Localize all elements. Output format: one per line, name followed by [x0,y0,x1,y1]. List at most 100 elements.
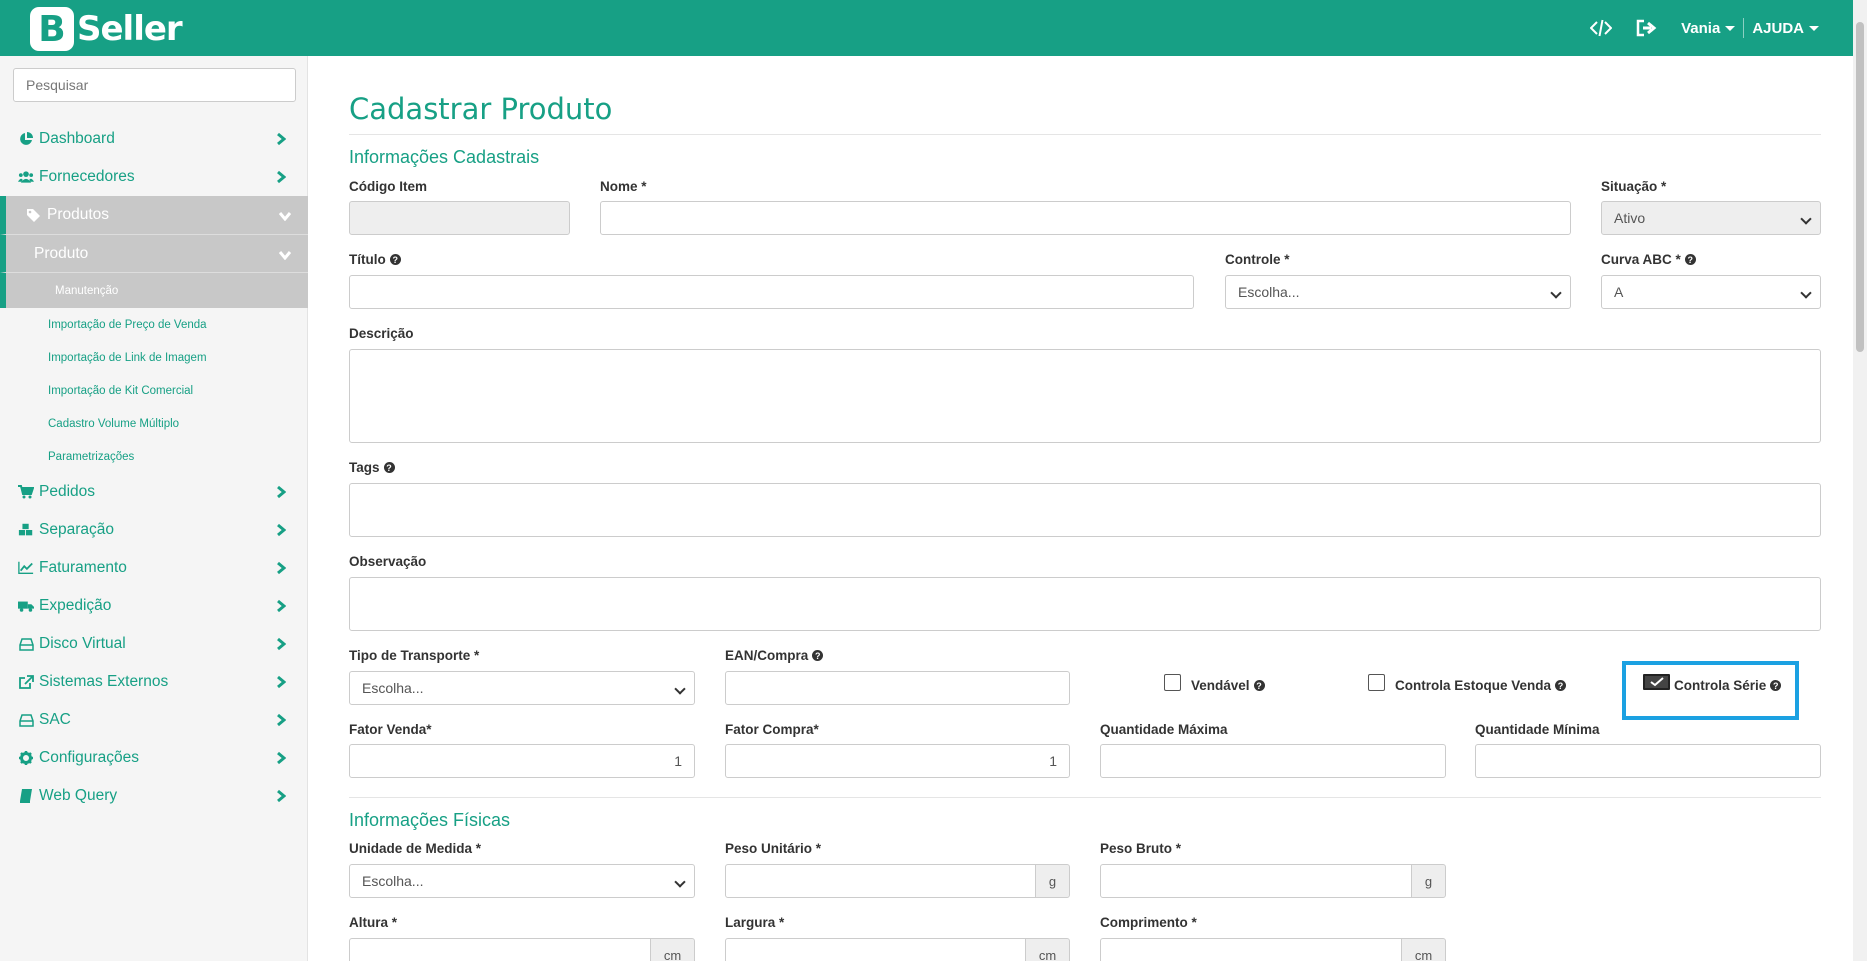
altura-input[interactable] [349,938,651,961]
question-circle-icon[interactable]: ? [1684,254,1696,265]
question-circle-icon[interactable]: ? [1555,680,1567,691]
cubes-icon [18,522,34,538]
fator-compra-label: Fator Compra* [725,722,819,737]
scrollbar[interactable] [1853,0,1867,961]
divider [349,797,1821,798]
scrollbar-thumb[interactable] [1856,22,1864,352]
sidebar-item-label: Produto [34,244,89,262]
sidebar-item-expedicao[interactable]: Expedição [0,587,308,625]
sidebar-item-dashboard[interactable]: Dashboard [0,120,308,158]
altura-unit: cm [650,938,695,961]
chevron-right-icon [276,675,287,694]
sidebar-item-faturamento[interactable]: Faturamento [0,549,308,587]
sidebar-item-label: SAC [39,711,71,728]
sidebar-item-configuracoes[interactable]: Configurações [0,739,308,777]
controla-estoque-venda-label: Controla Estoque Venda [1395,678,1552,693]
nome-input[interactable] [600,201,1571,235]
question-circle-icon[interactable]: ? [812,650,824,661]
curva-abc-label-text: Curva ABC * [1601,252,1681,267]
logo[interactable]: B Seller [30,7,183,51]
controla-estoque-venda-checkbox[interactable]: Controla Estoque Venda? [1368,674,1567,693]
sidebar-item-produtos[interactable]: Produtos [0,196,308,234]
tags-input[interactable] [349,483,1821,537]
search-input[interactable] [13,68,296,102]
tipo-transporte-label: Tipo de Transporte * [349,648,480,663]
sidebar-item-produto[interactable]: Produto [0,234,308,272]
ean-compra-label-text: EAN/Compra [725,648,809,663]
sidebar-item-separacao[interactable]: Separação [0,511,308,549]
sidebar-subitem-importacao-kit-comercial[interactable]: Importação de Kit Comercial [0,374,308,407]
external-link-icon [18,674,34,690]
peso-bruto-input[interactable] [1100,864,1412,898]
sidebar-item-web-query[interactable]: Web Query [0,777,308,815]
peso-bruto-unit: g [1411,864,1446,898]
question-circle-icon[interactable]: ? [383,462,395,473]
largura-input[interactable] [725,938,1026,961]
sidebar-item-pedidos[interactable]: Pedidos [0,473,308,511]
comprimento-input[interactable] [1100,938,1402,961]
controle-select[interactable]: Escolha... [1225,275,1571,309]
question-circle-icon[interactable]: ? [1770,680,1782,691]
code-icon[interactable] [1589,16,1613,40]
cart-icon [18,484,34,500]
peso-unitario-label: Peso Unitário * [725,841,822,856]
sidebar-item-label: Faturamento [39,559,127,576]
sidebar-item-label: Disco Virtual [39,635,126,652]
codigo-item-label: Código Item [349,179,427,194]
hdd-icon [18,636,34,652]
observacao-textarea[interactable] [349,577,1821,631]
help-label: AJUDA [1752,19,1804,37]
checkbox-box[interactable] [1368,674,1385,691]
descricao-label: Descrição [349,326,414,341]
unidade-medida-select[interactable]: Escolha... [349,864,695,898]
checkbox-box[interactable] [1164,674,1181,691]
user-menu[interactable]: Vania [1681,19,1736,37]
truck-icon [18,598,34,614]
sidebar-subitem-parametrizacoes[interactable]: Parametrizações [0,440,308,473]
ean-compra-input[interactable] [725,671,1070,705]
chevron-right-icon [276,523,287,542]
unidade-medida-label: Unidade de Medida * [349,841,482,856]
chevron-right-icon [276,637,287,656]
chevron-right-icon [276,485,287,504]
ean-compra-label: EAN/Compra? [725,648,824,663]
sidebar-item-label: Fornecedores [39,168,135,185]
tipo-transporte-select[interactable]: Escolha... [349,671,695,705]
sidebar-item-label: Web Query [39,787,118,804]
titulo-input[interactable] [349,275,1194,309]
quantidade-minima-input[interactable] [1475,744,1821,778]
sidebar-subitem-importacao-preco-venda[interactable]: Importação de Preço de Venda [0,308,308,341]
sidebar-item-sac[interactable]: SAC [0,701,308,739]
help-menu[interactable]: AJUDA [1752,20,1819,37]
sidebar-subitem-importacao-link-imagem[interactable]: Importação de Link de Imagem [0,341,308,374]
sign-out-icon[interactable] [1635,16,1659,40]
controla-serie-checkbox[interactable]: Controla Série? [1643,673,1782,693]
comprimento-label: Comprimento * [1100,915,1197,930]
peso-unitario-input[interactable] [725,864,1036,898]
top-navbar: B Seller Vania AJUDA [0,0,1867,56]
caret-down-icon [1725,25,1736,31]
sidebar-subitem-cadastro-volume-multiplo[interactable]: Cadastro Volume Múltiplo [0,407,308,440]
quantidade-maxima-input[interactable] [1100,744,1446,778]
fator-venda-label: Fator Venda* [349,722,432,737]
fator-compra-input[interactable]: 1 [725,744,1070,778]
fator-venda-input[interactable]: 1 [349,744,695,778]
sidebar-item-sistemas-externos[interactable]: Sistemas Externos [0,663,308,701]
curva-abc-select[interactable]: A [1601,275,1821,309]
sidebar-item-fornecedores[interactable]: Fornecedores [0,158,308,196]
question-circle-icon[interactable]: ? [1253,680,1265,691]
observacao-label: Observação [349,554,427,569]
section-title-informacoes-cadastrais: Informações Cadastrais [349,147,540,167]
altura-label: Altura * [349,915,398,930]
vendavel-checkbox[interactable]: Vendável? [1164,674,1265,693]
situacao-select[interactable]: Ativo [1601,201,1821,235]
user-name: Vania [1681,19,1721,37]
checkbox-checked[interactable] [1643,673,1670,690]
descricao-textarea[interactable] [349,349,1821,443]
question-circle-icon[interactable]: ? [389,254,401,265]
sidebar-item-disco-virtual[interactable]: Disco Virtual [0,625,308,663]
sidebar-subitem-manutencao[interactable]: Manutenção [0,272,308,308]
codigo-item-input[interactable] [349,201,570,235]
controle-label: Controle * [1225,252,1290,267]
separator [1743,18,1745,38]
